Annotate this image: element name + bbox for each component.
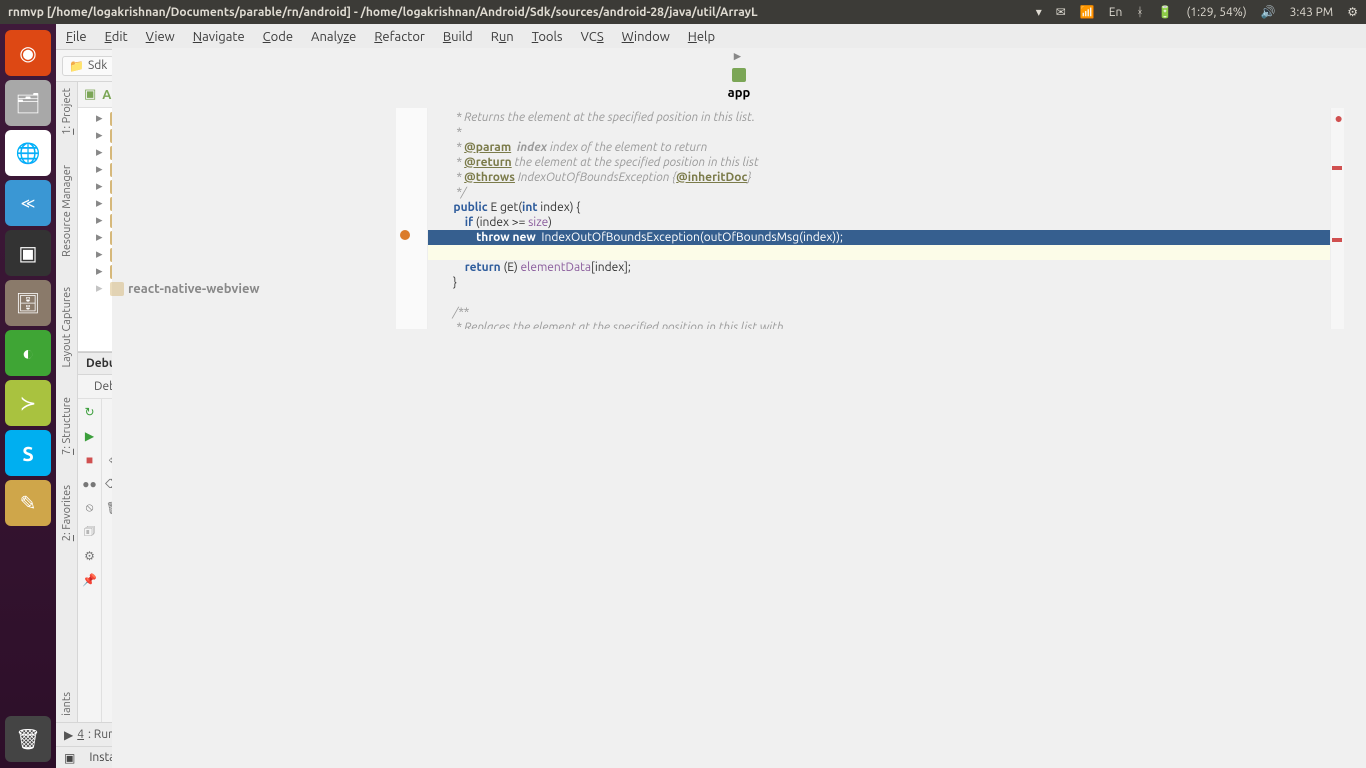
menu-tools[interactable]: Tools bbox=[532, 30, 563, 44]
project-panel: ▣ Android ▾ ⊖ ÷ ⚙ — ▸app ▸react-native-d… bbox=[78, 82, 348, 351]
menu-vcs[interactable]: VCS bbox=[581, 30, 604, 44]
error-icon[interactable]: ● bbox=[1335, 110, 1343, 126]
mute-bp-icon[interactable]: ⦸ bbox=[81, 499, 99, 517]
menu-run[interactable]: Run bbox=[491, 30, 514, 44]
breakpoints-icon[interactable]: ●● bbox=[81, 475, 99, 493]
window-title: rnmvp [/home/logakrishnan/Documents/para… bbox=[8, 6, 1036, 19]
editor: ⒸMainApplication.java× ⒸArrayList.java× … bbox=[348, 82, 1344, 351]
tool-resource-manager[interactable]: Resource Manager bbox=[61, 165, 73, 257]
tool-run[interactable]: ▶ 4: Run bbox=[64, 728, 115, 742]
crumb-sdk[interactable]: 📁 Sdk bbox=[62, 56, 114, 76]
caret-down-icon[interactable]: ▾ bbox=[1036, 5, 1042, 19]
terminal-icon[interactable]: ▣ bbox=[5, 230, 51, 276]
tool-structure[interactable]: 7: Structure bbox=[61, 397, 73, 455]
vscode-icon[interactable]: ≪ bbox=[5, 180, 51, 226]
marker-column[interactable] bbox=[396, 108, 428, 329]
stop-icon[interactable]: ■ bbox=[81, 451, 99, 469]
battery-text: (1:29, 54%) bbox=[1187, 6, 1247, 19]
clock[interactable]: 3:43 PM bbox=[1290, 6, 1334, 19]
error-stripe[interactable]: ● bbox=[1330, 108, 1344, 329]
lang-indicator[interactable]: En bbox=[1109, 6, 1123, 19]
android-studio-window: File Edit View Navigate Code Analyze Ref… bbox=[56, 24, 1366, 768]
wifi-icon[interactable]: 📶 bbox=[1080, 5, 1095, 19]
menu-refactor[interactable]: Refactor bbox=[374, 30, 425, 44]
pin-icon[interactable]: 📌 bbox=[81, 571, 99, 589]
menu-view[interactable]: View bbox=[146, 30, 175, 44]
menu-window[interactable]: Window bbox=[622, 30, 670, 44]
volume-icon[interactable]: 🔊 bbox=[1261, 5, 1276, 19]
android-studio-icon[interactable]: ≻ bbox=[5, 380, 51, 426]
files-icon[interactable]: 🗂 bbox=[5, 80, 51, 126]
skype-icon[interactable]: S bbox=[5, 430, 51, 476]
rerun-icon[interactable]: ↻ bbox=[81, 403, 99, 421]
tool-project[interactable]: 1: Project bbox=[61, 88, 73, 135]
code-area[interactable]: 4294304314324334344354364374384394404414… bbox=[348, 108, 1344, 329]
notes-icon[interactable]: ✎ bbox=[5, 480, 51, 526]
left-tool-strip: 1: Project Resource Manager Layout Captu… bbox=[56, 82, 78, 722]
ubuntu-top-bar: rnmvp [/home/logakrishnan/Documents/para… bbox=[0, 0, 1366, 24]
notification-icon[interactable]: ✉ bbox=[1056, 5, 1066, 19]
dash-icon[interactable]: ◉ bbox=[5, 30, 51, 76]
menu-analyze[interactable]: Analyze bbox=[311, 30, 356, 44]
menu-help[interactable]: Help bbox=[688, 30, 715, 44]
resume-icon[interactable]: ▶ bbox=[81, 427, 99, 445]
tool-variants[interactable]: iants bbox=[61, 692, 73, 716]
ubuntu-launcher: ◉ 🗂 🌐 ≪ ▣ 🗄 ◐ ≻ S ✎ 🗑 bbox=[0, 24, 56, 768]
trash-icon[interactable]: 🗑 bbox=[5, 716, 51, 762]
menu-edit[interactable]: Edit bbox=[105, 30, 128, 44]
tool-layout-captures[interactable]: Layout Captures bbox=[61, 287, 73, 368]
menu-file[interactable]: File bbox=[66, 30, 87, 44]
code-text[interactable]: * Returns the element at the specified p… bbox=[428, 108, 1330, 329]
debug-side-toolbar: ↻ ▶ ■ ●● ⦸ 🗊 ⚙ 📌 bbox=[78, 399, 102, 722]
app-green-icon[interactable]: ◐ bbox=[5, 330, 51, 376]
file-manager-icon[interactable]: 🗄 bbox=[5, 280, 51, 326]
project-tree[interactable]: ▸app ▸react-native-device-info ▸react-na… bbox=[78, 108, 347, 351]
gear-icon[interactable]: ⚙ bbox=[1347, 5, 1358, 19]
menu-navigate[interactable]: Navigate bbox=[193, 30, 245, 44]
settings-icon[interactable]: ⚙ bbox=[81, 547, 99, 565]
breakpoint-icon[interactable] bbox=[400, 230, 410, 240]
menu-build[interactable]: Build bbox=[443, 30, 473, 44]
menu-code[interactable]: Code bbox=[263, 30, 293, 44]
menu-bar: File Edit View Navigate Code Analyze Ref… bbox=[56, 24, 1366, 50]
dump-icon[interactable]: 🗊 bbox=[81, 523, 99, 541]
chrome-icon[interactable]: 🌐 bbox=[5, 130, 51, 176]
window-icon[interactable]: ▣ bbox=[64, 751, 75, 765]
battery-icon[interactable]: 🔋 bbox=[1158, 5, 1173, 19]
system-tray: ▾ ✉ 📶 En ᚼ 🔋 (1:29, 54%) 🔊 3:43 PM ⚙ bbox=[1036, 5, 1358, 19]
tool-favorites[interactable]: 2: Favorites bbox=[61, 485, 73, 541]
bluetooth-icon[interactable]: ᚼ bbox=[1136, 6, 1143, 19]
